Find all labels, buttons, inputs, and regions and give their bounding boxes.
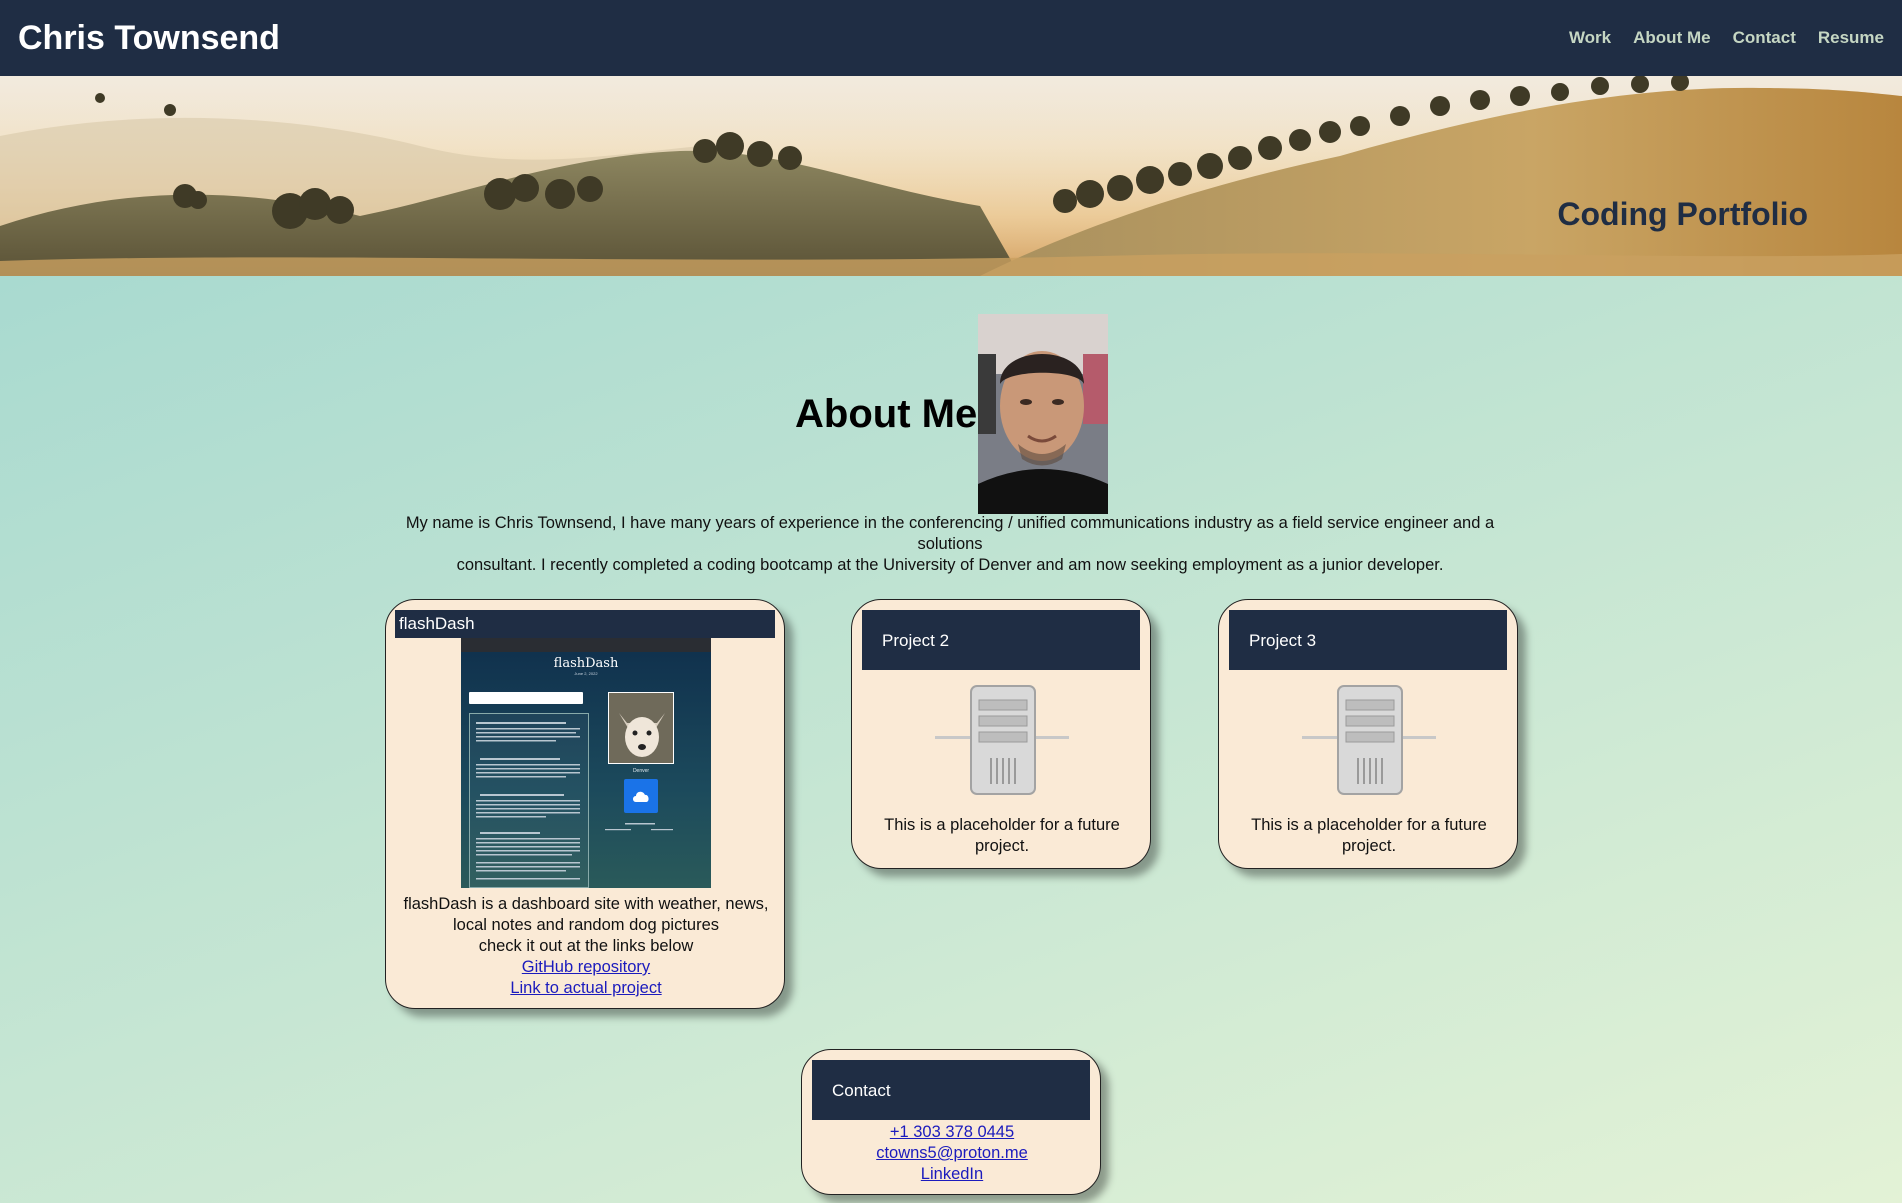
flashdash-desc-line-2: local notes and random dog pictures [453,916,719,934]
flashdash-desc-line-1: flashDash is a dashboard site with weath… [403,895,769,913]
project-3-desc-line-2: project. [1341,837,1397,855]
nav-link-about-me[interactable]: About Me [1633,28,1710,48]
nav-link-work[interactable]: Work [1569,28,1611,48]
project-card-title: Project 2 [862,610,1140,670]
phone-link[interactable]: +1 303 378 0445 [812,1122,1092,1143]
screenshot-date: June 2, 2022 [574,671,598,676]
browser-toolbar [461,638,711,652]
project-2-desc-line-1: This is a placeholder for a future [884,816,1120,834]
hero-title: Coding Portfolio [1557,196,1808,232]
project-2-desc-line-2: project. [974,837,1030,855]
about-me-text: My name is Chris Townsend, I have many y… [380,513,1520,576]
project-card-title: Project 3 [1229,610,1507,670]
server-icon [1302,685,1436,795]
screenshot-title: flashDash [553,656,619,671]
live-project-link[interactable]: Link to actual project [396,978,776,999]
screenshot-weather-details [601,821,681,835]
github-repository-link[interactable]: GitHub repository [396,957,776,978]
about-line-1: My name is Chris Townsend, I have many y… [405,514,1495,553]
linkedin-link[interactable]: LinkedIn [812,1164,1092,1185]
flashdash-desc-line-3: check it out at the links below [478,937,694,955]
project-card-3: Project 3 This is a placeholder for a fu… [1218,599,1518,869]
project-card-2: Project 2 This is a placeholder for a fu… [851,599,1151,869]
contact-card: Contact +1 303 378 0445 ctowns5@proton.m… [801,1049,1101,1195]
project-2-description: This is a placeholder for a future proje… [862,815,1142,857]
about-line-2: consultant. I recently completed a codin… [456,556,1444,574]
server-icon [935,685,1069,795]
hero-banner: Coding Portfolio [0,76,1902,276]
flashdash-description: flashDash is a dashboard site with weath… [396,894,776,999]
screenshot-news-panel [469,713,589,888]
screenshot-dog-picture [608,692,674,764]
cloud-icon [624,779,658,813]
about-me-heading: About Me [795,392,978,436]
project-card-title: flashDash [395,610,775,638]
flashdash-screenshot[interactable]: flashDash June 2, 2022 Denver [461,638,711,888]
contact-card-title: Contact [812,1060,1090,1120]
main-nav: Work About Me Contact Resume [1569,28,1884,48]
screenshot-search-box [469,692,583,704]
screenshot-city: Denver [632,768,650,774]
hero-landscape-image [0,76,1902,276]
site-brand[interactable]: Chris Townsend [18,19,280,58]
contact-links: +1 303 378 0445 ctowns5@proton.me Linked… [812,1122,1092,1185]
project-3-desc-line-1: This is a placeholder for a future [1251,816,1487,834]
top-navbar: Chris Townsend Work About Me Contact Res… [0,0,1902,76]
project-card-flashdash: flashDash flashDash June 2, 2022 Denver … [385,599,785,1009]
project-3-description: This is a placeholder for a future proje… [1229,815,1509,857]
nav-link-resume[interactable]: Resume [1818,28,1884,48]
profile-photo [978,314,1108,514]
email-link[interactable]: ctowns5@proton.me [812,1143,1092,1164]
nav-link-contact[interactable]: Contact [1733,28,1796,48]
